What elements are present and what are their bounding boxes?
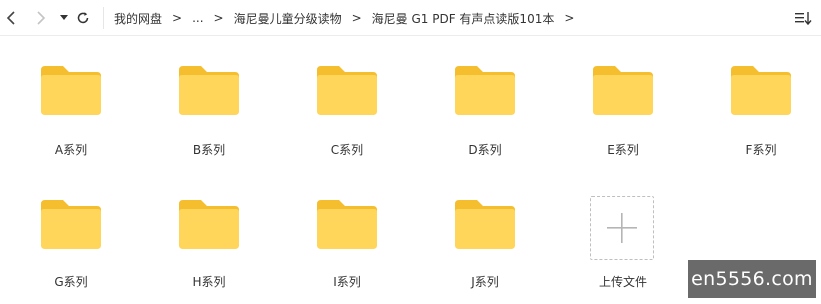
folder-label: H系列 — [192, 275, 226, 289]
breadcrumb-item-parent[interactable]: 海尼曼儿童分级读物 — [234, 10, 342, 27]
folder-item[interactable]: D系列 — [435, 66, 535, 176]
folder-label: E系列 — [607, 143, 639, 157]
sort-button[interactable] — [793, 8, 813, 28]
breadcrumb-separator: > — [564, 11, 575, 25]
folder-item[interactable]: I系列 — [297, 200, 397, 304]
folder-label: C系列 — [330, 143, 364, 157]
folder-icon — [317, 200, 377, 249]
breadcrumb-separator: > — [172, 11, 183, 25]
folder-icon — [593, 66, 653, 115]
folder-item[interactable]: H系列 — [159, 200, 259, 304]
folder-item[interactable]: G系列 — [21, 200, 121, 304]
chevron-left-icon — [6, 11, 15, 25]
breadcrumb-item-current[interactable]: 海尼曼 G1 PDF 有声点读版101本 — [372, 10, 555, 27]
folder-label: I系列 — [333, 275, 361, 289]
folder-icon — [731, 66, 791, 115]
folder-icon — [455, 66, 515, 115]
upload-label: 上传文件 — [598, 275, 647, 289]
folder-label: D系列 — [468, 143, 502, 157]
folder-label: B系列 — [192, 143, 226, 157]
folder-label: F系列 — [745, 143, 777, 157]
toolbar-divider — [103, 7, 104, 29]
caret-down-icon — [60, 15, 68, 20]
breadcrumb-item-home[interactable]: 我的网盘 — [114, 10, 162, 27]
refresh-button[interactable] — [74, 6, 92, 30]
folder-icon — [41, 66, 101, 115]
upload-file-button[interactable]: 上传文件 — [573, 196, 673, 304]
folder-item[interactable]: F系列 — [711, 66, 811, 176]
plus-icon — [607, 213, 637, 243]
breadcrumb-item-ellipsis[interactable]: ... — [192, 11, 203, 25]
folder-label: G系列 — [54, 275, 88, 289]
breadcrumb: 我的网盘 > ... > 海尼曼儿童分级读物 > 海尼曼 G1 PDF 有声点读… — [114, 0, 584, 36]
folder-label: J系列 — [471, 275, 499, 289]
top-toolbar: 我的网盘 > ... > 海尼曼儿童分级读物 > 海尼曼 G1 PDF 有声点读… — [0, 0, 821, 36]
breadcrumb-separator: > — [213, 11, 224, 25]
sort-icon — [795, 12, 812, 26]
upload-drop-box[interactable] — [590, 196, 654, 260]
folder-icon — [179, 200, 239, 249]
history-dropdown-button[interactable] — [58, 6, 70, 30]
back-button[interactable] — [2, 6, 20, 30]
folder-item[interactable]: J系列 — [435, 200, 535, 304]
folder-icon — [41, 200, 101, 249]
folder-item[interactable]: B系列 — [159, 66, 259, 176]
folder-item[interactable]: A系列 — [21, 66, 121, 176]
folder-icon — [317, 66, 377, 115]
chevron-right-icon — [37, 11, 46, 25]
folder-label: A系列 — [54, 143, 88, 157]
watermark: en5556.com — [688, 260, 816, 298]
folder-item[interactable]: E系列 — [573, 66, 673, 176]
folder-icon — [455, 200, 515, 249]
forward-button[interactable] — [32, 6, 50, 30]
folder-icon — [179, 66, 239, 115]
refresh-icon — [77, 12, 89, 24]
breadcrumb-separator: > — [351, 11, 362, 25]
folder-item[interactable]: C系列 — [297, 66, 397, 176]
